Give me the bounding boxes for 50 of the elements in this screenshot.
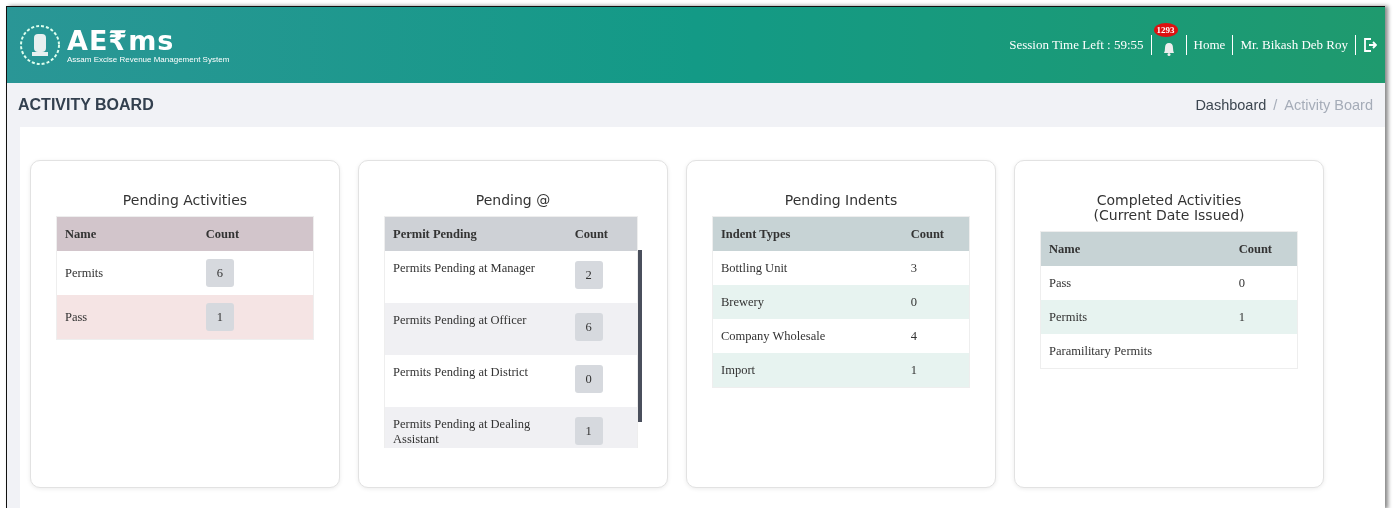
count-badge: 1 [574, 417, 603, 445]
breadcrumb-current: Activity Board [1284, 97, 1373, 113]
table-cell: 1 [1230, 300, 1298, 334]
emblem-icon [19, 24, 61, 66]
table-cell: Permits Pending at Officer [384, 303, 567, 355]
home-link[interactable]: Home [1193, 37, 1226, 53]
count-badge: 0 [574, 365, 603, 393]
table-cell: Bottling Unit [712, 251, 903, 285]
card-title: Pending Indents [783, 193, 899, 208]
card-title: Pending @ [474, 193, 552, 208]
notification-badge: 1293 [1153, 23, 1178, 37]
count-badge: 1 [205, 303, 234, 331]
table-cell: Pass [1040, 266, 1231, 300]
table-cell: Pass [56, 295, 198, 340]
table-cell: Permits Pending at Manager [384, 251, 567, 303]
session-timer: Session Time Left : 59:55 [1009, 37, 1144, 53]
column-header: Indent Types [712, 216, 903, 251]
column-header: Count [1230, 231, 1298, 266]
table-cell: Permits [1040, 300, 1231, 334]
table-cell: Permits Pending at District [384, 355, 567, 407]
table-cell: 0 [902, 285, 970, 319]
count-badge: 6 [574, 313, 603, 341]
table-cell: Import [712, 353, 903, 388]
table-cell: Brewery [712, 285, 903, 319]
table-cell: Permits Pending at Dealing Assistant [384, 407, 567, 448]
table-cell: 3 [902, 251, 970, 285]
user-name-link[interactable]: Mr. Bikash Deb Roy [1240, 37, 1348, 53]
table-cell: 0 [1230, 266, 1298, 300]
column-header: Name [1040, 231, 1231, 266]
count-badge: 6 [205, 259, 234, 287]
breadcrumb-link[interactable]: Dashboard [1195, 97, 1267, 113]
page-title: ACTIVITY BOARD [18, 96, 154, 114]
scrollbar-thumb[interactable] [638, 250, 642, 422]
table-cell: 4 [902, 319, 970, 353]
column-header: Count [566, 216, 638, 251]
card-title: Pending Activities [121, 193, 249, 208]
column-header: Count [902, 216, 970, 251]
count-badge: 2 [574, 261, 603, 289]
logout-icon[interactable] [1363, 37, 1377, 53]
table-cell: Company Wholesale [712, 319, 903, 353]
table-cell: Paramilitary Permits [1040, 334, 1231, 369]
breadcrumb-separator: / [1273, 97, 1278, 113]
table-cell: Permits [56, 251, 198, 295]
column-header: Name [56, 216, 198, 251]
logo-text: AE₹ms [67, 26, 176, 55]
logo-subtitle: Assam Excise Revenue Management System [67, 54, 230, 64]
column-header: Count [197, 216, 314, 251]
card-title: Completed Activities (Current Date Issued) [1092, 193, 1246, 223]
column-header: Permit Pending [384, 216, 567, 251]
table-cell: 1 [902, 353, 970, 388]
